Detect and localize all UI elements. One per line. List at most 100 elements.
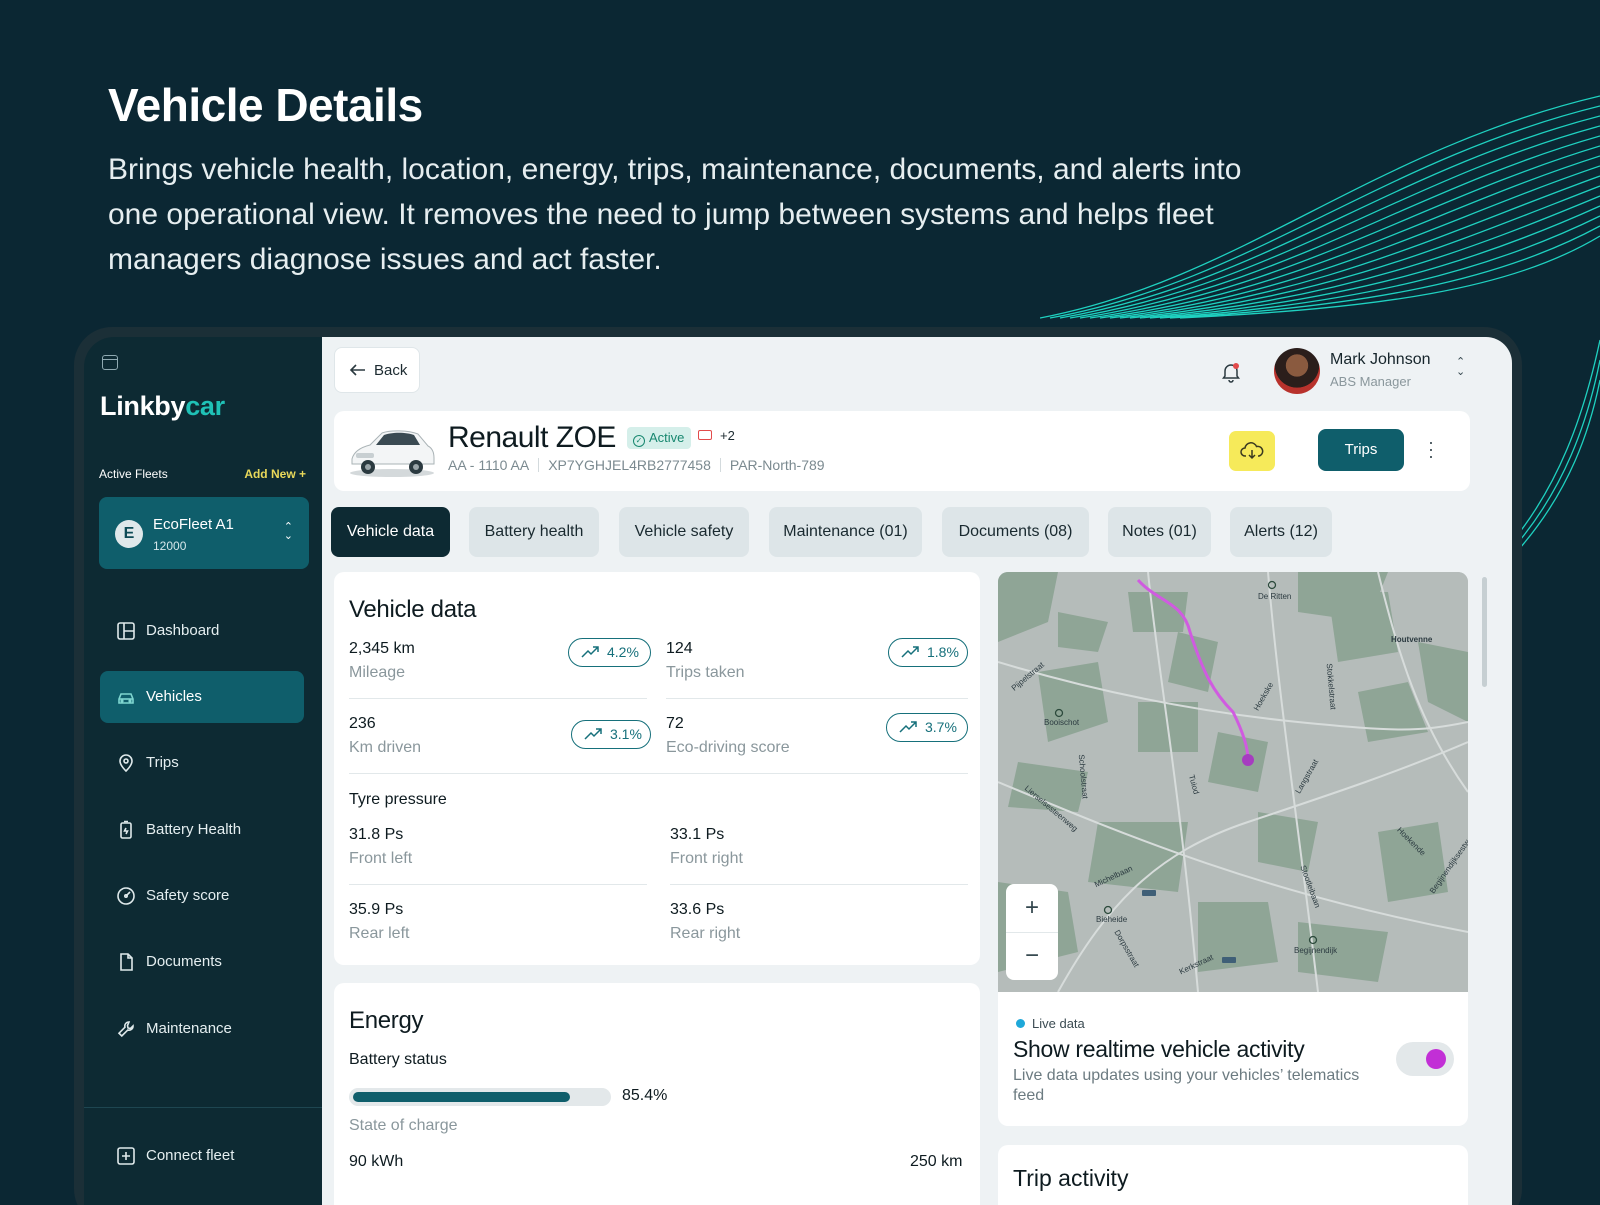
metric-value: 72 <box>666 715 684 732</box>
sidebar-item-label: Maintenance <box>146 1020 232 1037</box>
active-fleets-label: Active Fleets <box>99 467 168 481</box>
sidebar-item-label: Safety score <box>146 887 230 904</box>
sidebar-item-label: Documents <box>146 953 222 970</box>
realtime-activity-toggle[interactable] <box>1396 1042 1454 1076</box>
chevron-updown-icon[interactable]: ⌃ ⌄ <box>1456 357 1465 378</box>
energy-panel: Energy Battery status 85.4% State of cha… <box>334 983 980 1205</box>
sidebar-toggle-icon[interactable] <box>102 355 118 370</box>
sidebar-item-safety-score[interactable]: Safety score <box>100 870 304 922</box>
battery-status-label: Battery status <box>349 1051 447 1068</box>
add-new-fleet-button[interactable]: Add New + <box>244 467 306 481</box>
tyre-pressure-title: Tyre pressure <box>349 791 447 808</box>
tyre-value: 35.9 Ps <box>349 901 404 918</box>
notification-bell-icon[interactable] <box>1220 361 1242 383</box>
tyre-label: Rear right <box>670 925 741 942</box>
tab-maintenance[interactable]: Maintenance (01) <box>769 507 922 557</box>
tyre-value: 31.8 Ps <box>349 826 404 843</box>
sidebar-item-maintenance[interactable]: Maintenance <box>100 1003 304 1055</box>
metric-value: 236 <box>349 715 376 732</box>
fleet-selector[interactable]: E EcoFleet A1 12000 ⌃ ⌄ <box>99 497 309 569</box>
tab-battery-health[interactable]: Battery health <box>469 507 599 557</box>
status-badge: ✓ Active <box>627 427 692 449</box>
map-label: Bieheide <box>1096 915 1128 924</box>
trend-badge: 4.2% <box>568 638 651 667</box>
sidebar-item-battery-health[interactable]: Battery Health <box>100 804 304 856</box>
sidebar: Linkbycar Active Fleets Add New + E EcoF… <box>84 337 322 1205</box>
sidebar-item-label: Dashboard <box>146 622 220 639</box>
zoom-in-button[interactable]: + <box>1006 884 1058 932</box>
divider <box>349 773 968 774</box>
battery-range: 250 km <box>910 1153 963 1170</box>
metric-label: Eco-driving score <box>666 739 790 756</box>
more-options-icon[interactable]: · · · <box>1426 433 1436 465</box>
divider <box>666 698 968 699</box>
download-button[interactable] <box>1229 431 1275 471</box>
connect-fleet-button[interactable]: Connect fleet <box>100 1130 304 1182</box>
gauge-icon <box>117 887 135 905</box>
vehicle-data-panel: Vehicle data 2,345 km Mileage 4.2% 124 T… <box>334 572 980 965</box>
sidebar-item-label: Vehicles <box>146 688 202 705</box>
camera-icon <box>698 430 712 440</box>
trip-activity-title: Trip activity <box>1013 1165 1129 1191</box>
tyre-label: Front right <box>670 850 743 867</box>
wrench-icon <box>117 1021 134 1038</box>
vehicle-location-map[interactable]: De Ritten Houtvenne Booischot Bieheide B… <box>998 572 1468 992</box>
cloud-download-icon <box>1240 442 1264 460</box>
fleet-avatar: E <box>115 520 143 548</box>
sidebar-item-documents[interactable]: Documents <box>100 936 304 988</box>
divider <box>670 884 968 885</box>
metric-label: Mileage <box>349 664 406 681</box>
vehicle-vin: XP7YGHJEL4RB2777458 <box>548 457 711 473</box>
live-data-tag: Live data <box>1032 1016 1085 1031</box>
divider <box>349 884 647 885</box>
live-data-description: Live data updates using your vehicles’ t… <box>1013 1067 1360 1104</box>
trend-badge: 3.1% <box>571 720 651 749</box>
back-button[interactable]: Back <box>334 347 420 393</box>
vehicle-plate: AA - 1110 AA <box>448 457 530 473</box>
battery-capacity: 90 kWh <box>349 1153 404 1170</box>
tyre-value: 33.1 Ps <box>670 826 725 843</box>
metric-label: Km driven <box>349 739 422 756</box>
tab-alerts[interactable]: Alerts (12) <box>1230 507 1332 557</box>
chevron-updown-icon: ⌃ ⌄ <box>283 521 293 542</box>
metric-value: 124 <box>666 640 693 657</box>
trend-up-icon <box>584 728 602 740</box>
zoom-out-button[interactable]: − <box>1006 932 1058 980</box>
scrollbar[interactable] <box>1482 577 1487 687</box>
connect-fleet-label: Connect fleet <box>146 1147 235 1164</box>
map-label: Booischot <box>1044 718 1080 727</box>
trips-button[interactable]: Trips <box>1318 429 1404 471</box>
sidebar-item-vehicles[interactable]: Vehicles <box>100 671 304 723</box>
main-content: Back Mark Johnson ABS Manager ⌃ ⌄ Renault… <box>322 337 1512 1205</box>
metric-value: 2,345 km <box>349 640 415 657</box>
map-label: De Ritten <box>1258 592 1292 601</box>
fleet-name: EcoFleet A1 <box>153 516 234 533</box>
map-label: Houtvenne <box>1391 635 1433 644</box>
tab-notes[interactable]: Notes (01) <box>1108 507 1211 557</box>
trip-activity-panel: Trip activity <box>998 1145 1468 1205</box>
logo: Linkbycar <box>100 391 225 421</box>
tab-vehicle-data[interactable]: Vehicle data <box>331 507 450 557</box>
map-label: Begijnendijk <box>1294 946 1338 955</box>
vehicle-meta: AA - 1110 AA XP7YGHJEL4RB2777458 PAR-North… <box>448 457 825 473</box>
car-icon <box>118 693 134 704</box>
user-name: Mark Johnson <box>1330 351 1431 368</box>
vehicle-region: PAR-North-789 <box>729 457 825 473</box>
dashboard-icon <box>117 622 135 640</box>
battery-progress-bar <box>349 1088 611 1106</box>
tab-documents[interactable]: Documents (08) <box>942 507 1089 557</box>
car-image <box>350 430 435 477</box>
user-avatar[interactable] <box>1274 348 1320 394</box>
arrow-left-icon <box>349 364 365 376</box>
battery-progress-fill <box>353 1092 570 1102</box>
tab-vehicle-safety[interactable]: Vehicle safety <box>619 507 749 557</box>
user-role: ABS Manager <box>1330 374 1411 389</box>
tyre-value: 33.6 Ps <box>670 901 725 918</box>
sidebar-item-label: Battery Health <box>146 821 242 838</box>
toggle-knob <box>1426 1049 1446 1069</box>
sidebar-item-dashboard[interactable]: Dashboard <box>100 605 304 657</box>
sidebar-item-trips[interactable]: Trips <box>100 737 304 789</box>
battery-charge-value: 85.4% <box>622 1087 668 1104</box>
vehicle-name: Renault ZOE <box>448 421 616 454</box>
document-icon <box>120 953 133 971</box>
